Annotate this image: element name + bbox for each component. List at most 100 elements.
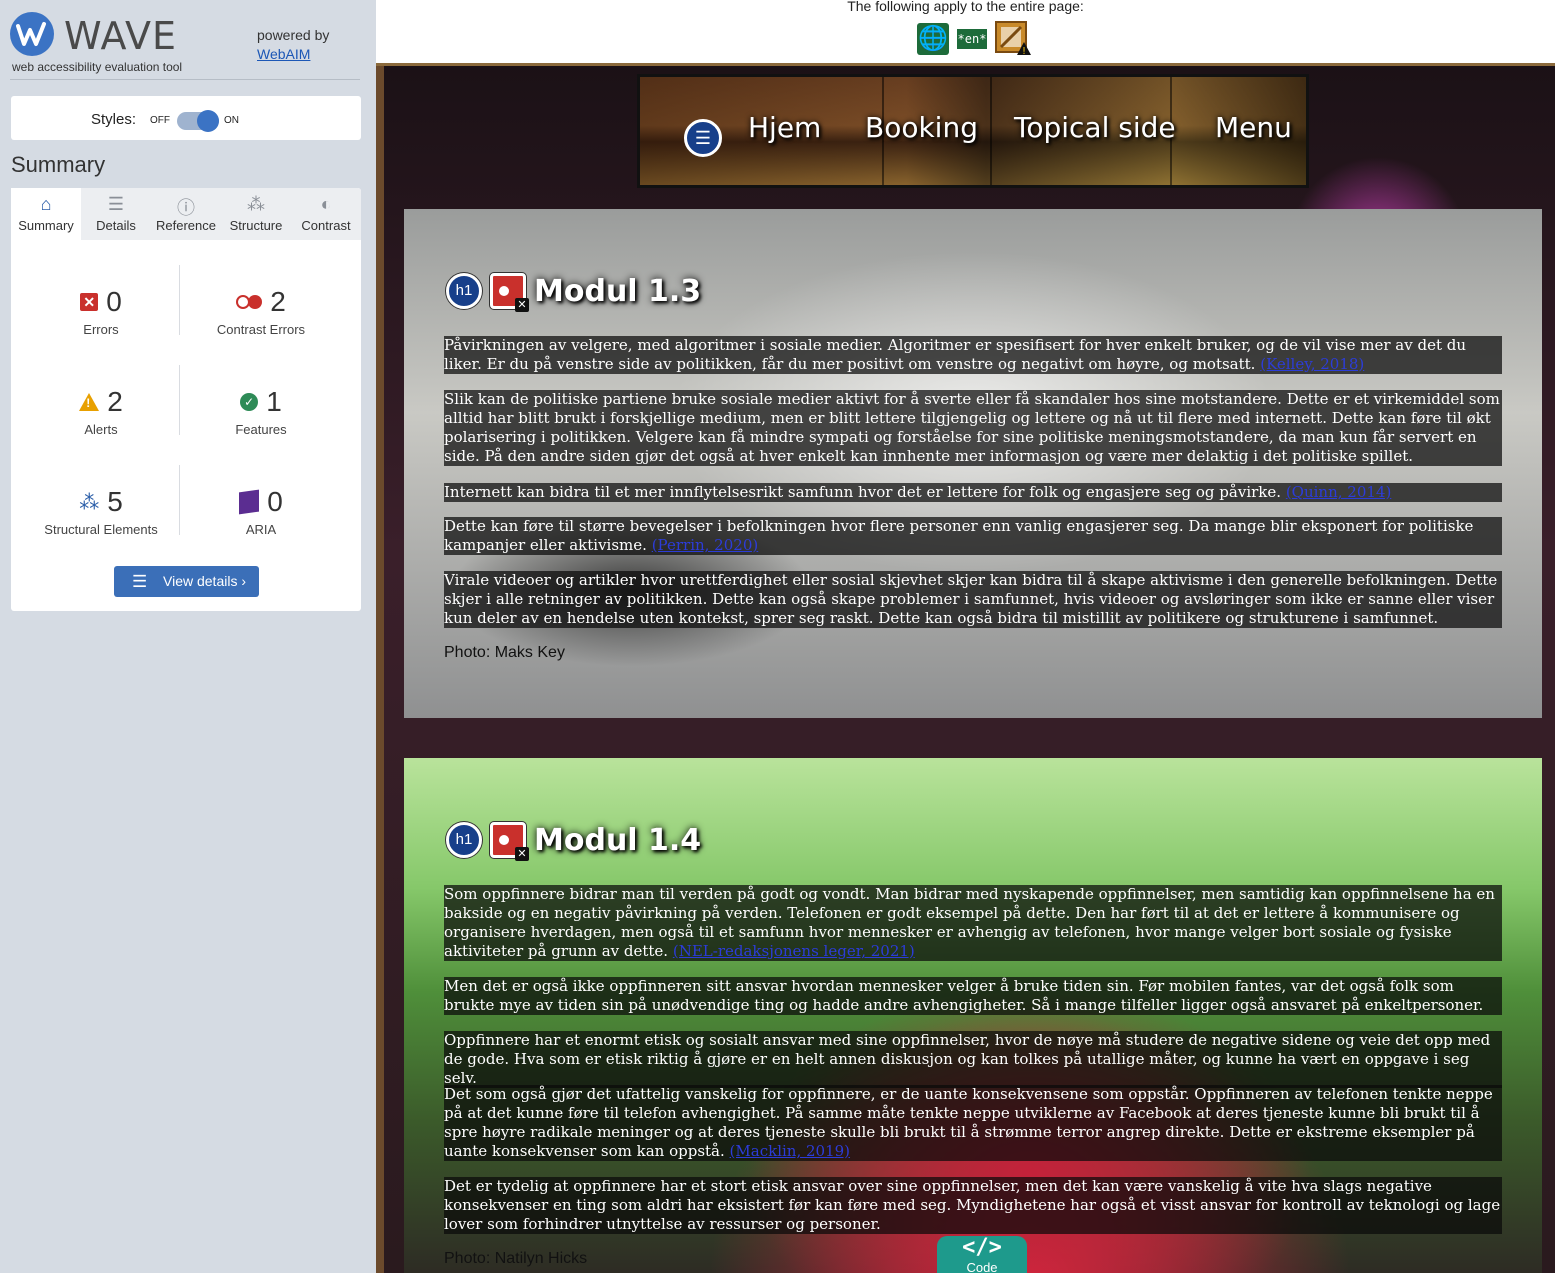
paragraph: Internett kan bidra til et mer innflytel… (444, 483, 1502, 502)
contrast-icon: ◐ (320, 194, 332, 214)
wave-logo-icon (10, 12, 54, 56)
tab-summary[interactable]: ⌂ Summary (11, 188, 81, 240)
paragraph: Det er tydelig at oppfinnere har et stor… (444, 1177, 1502, 1234)
paragraph: Virale videoer og artikler hvor urettfer… (444, 571, 1502, 628)
contrast-errors-count: 2 (270, 286, 286, 317)
section-modul-1-4: h1 ✕ Modul 1.4 Som oppfinnere bidrar man… (404, 758, 1542, 1273)
structure-icon: ⁂ (79, 491, 100, 514)
section-title: Modul 1.4 (534, 822, 702, 858)
tab-summary-label: Summary (18, 218, 74, 233)
paragraph: Dette kan føre til større bevegelser i b… (444, 517, 1502, 555)
hierarchy-icon: ⁂ (247, 194, 265, 214)
alerts-label: Alerts (84, 422, 118, 437)
nav-menu[interactable]: Menu (1215, 111, 1292, 144)
nav-hjem[interactable]: Hjem (748, 111, 821, 144)
paragraph: Slik kan de politiske partiene bruke sos… (444, 390, 1502, 466)
no-heading-alert-icon[interactable]: ! (995, 21, 1031, 57)
paragraph: Påvirkningen av velgere, med algoritmer … (444, 336, 1502, 374)
h1-icon[interactable]: h1 (446, 822, 482, 858)
aria-label: ARIA (245, 522, 277, 537)
errors-label: Errors (83, 322, 119, 337)
wave-tabs: ⌂ Summary ☰ Details ⓘ Reference ⁂ Struct… (11, 188, 361, 240)
feature-check-icon: ✓ (240, 393, 259, 411)
citation-link[interactable]: (Macklin, 2019) (730, 1142, 850, 1160)
contrast-error-icon[interactable]: ✕ (490, 273, 529, 312)
tab-details-label: Details (96, 218, 136, 233)
heading-row: h1 ✕ Modul 1.4 (446, 820, 702, 861)
stat-features[interactable]: ✓ 1 Features (176, 382, 346, 472)
nav-booking[interactable]: Booking (865, 111, 978, 144)
photo-credit: Photo: Maks Key (444, 644, 565, 661)
structural-count: 5 (107, 486, 123, 517)
tab-reference[interactable]: ⓘ Reference (151, 188, 221, 240)
section-title: Modul 1.3 (534, 273, 702, 309)
alerts-count: 2 (107, 386, 123, 417)
page-level-icons: 🌐 *en* ! (917, 21, 1031, 57)
contrast-error-icon (236, 295, 263, 309)
stat-contrast-errors[interactable]: 2 Contrast Errors (176, 282, 346, 372)
tab-reference-label: Reference (156, 218, 216, 233)
h1-icon[interactable]: h1 (446, 273, 482, 309)
page-level-text: The following apply to the entire page: (847, 0, 1084, 14)
error-icon: ✕ (80, 293, 99, 311)
site-navbar: ☰ Hjem Booking Topical side Menu (637, 74, 1309, 188)
code-panel-tab[interactable]: </> Code (937, 1236, 1027, 1273)
styles-toggle-box: Styles: OFF ON (11, 96, 361, 140)
powered-by: powered by WebAIM (257, 26, 329, 64)
section-modul-1-3: h1 ✕ Modul 1.3 Påvirkningen av velgere, … (404, 209, 1542, 718)
wave-logo: WAVE web accessibility evaluation tool p… (10, 12, 360, 80)
contrast-errors-label: Contrast Errors (216, 322, 306, 337)
photo-credit: Photo: Natilyn Hicks (444, 1250, 588, 1267)
view-details-label: View details › (163, 573, 247, 589)
toggle-knob[interactable] (197, 110, 219, 132)
webaim-link[interactable]: WebAIM (257, 46, 310, 62)
powered-by-text: powered by (257, 27, 330, 43)
info-icon: ⓘ (177, 198, 195, 218)
errors-count: 0 (106, 286, 122, 317)
website-viewport: ☰ Hjem Booking Topical side Menu h1 ✕ Mo… (376, 66, 1555, 1273)
globe-icon[interactable]: 🌐 (917, 23, 949, 55)
list-icon: ☰ (107, 194, 125, 214)
paragraph: Men det er også ikke oppfinneren sitt an… (444, 977, 1502, 1015)
list-icon: ☰ (132, 572, 148, 591)
tab-contrast-label: Contrast (301, 218, 351, 233)
stat-aria[interactable]: 0 ARIA (176, 482, 346, 572)
view-details-button[interactable]: ☰ View details › (114, 566, 259, 597)
stat-errors[interactable]: ✕ 0 Errors (16, 282, 186, 372)
styles-toggle[interactable] (177, 110, 219, 132)
styles-label: Styles: (91, 111, 137, 128)
stat-alerts[interactable]: ! 2 Alerts (16, 382, 186, 472)
home-icon: ⌂ (40, 194, 52, 214)
toggle-off-label: OFF (150, 115, 170, 126)
site-border (376, 66, 384, 1273)
toggle-on-label: ON (224, 115, 239, 126)
aria-count: 0 (267, 486, 283, 517)
contrast-error-icon[interactable]: ✕ (490, 822, 529, 861)
features-label: Features (235, 422, 287, 437)
paragraph: Oppfinnere har et enormt etisk og sosial… (444, 1031, 1502, 1088)
tab-structure[interactable]: ⁂ Structure (221, 188, 291, 240)
tab-structure-label: Structure (229, 218, 283, 233)
list-structure-icon[interactable]: ☰ (684, 119, 722, 157)
summary-panel: ⌂ Summary ☰ Details ⓘ Reference ⁂ Struct… (11, 188, 361, 611)
wave-logo-text: WAVE (64, 14, 178, 58)
citation-link[interactable]: (Quinn, 2014) (1286, 483, 1392, 501)
citation-link[interactable]: (NEL-redaksjonens leger, 2021) (673, 942, 915, 960)
paragraph: Det som også gjør det ufattelig vanskeli… (444, 1085, 1502, 1161)
tab-details[interactable]: ☰ Details (81, 188, 151, 240)
language-badge[interactable]: *en* (957, 29, 987, 49)
structural-label: Structural Elements (44, 522, 158, 537)
tab-contrast[interactable]: ◐ Contrast (291, 188, 361, 240)
wave-tagline: web accessibility evaluation tool (12, 60, 183, 74)
features-count: 1 (266, 386, 282, 417)
paragraph: Som oppfinnere bidrar man til verden på … (444, 885, 1502, 961)
citation-link[interactable]: (Kelley, 2018) (1260, 355, 1364, 373)
summary-heading: Summary (11, 152, 106, 177)
heading-row: h1 ✕ Modul 1.3 (446, 271, 702, 312)
code-tab-label: Code (966, 1260, 998, 1273)
stat-structural[interactable]: ⁂ 5 Structural Elements (16, 482, 186, 572)
nav-topical-side[interactable]: Topical side (1014, 111, 1176, 144)
citation-link[interactable]: (Perrin, 2020) (652, 536, 759, 554)
svg-text:!: ! (1022, 46, 1026, 57)
alert-icon: ! (79, 393, 100, 411)
